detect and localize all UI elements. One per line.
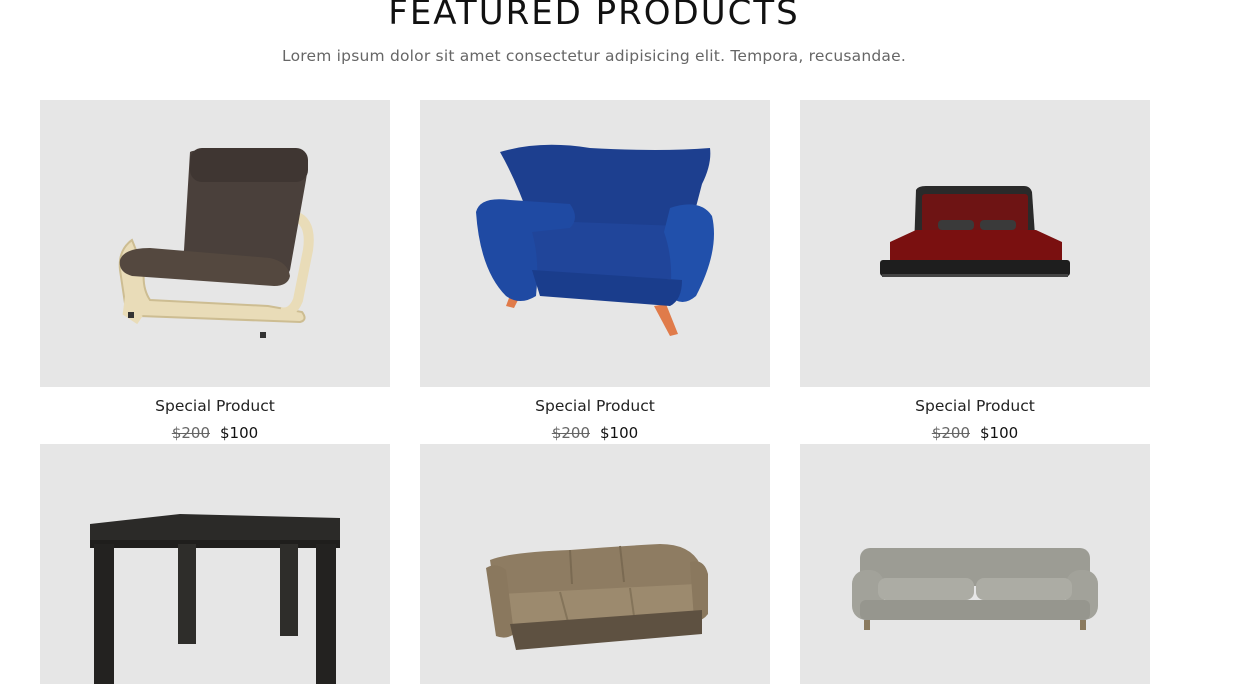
- product-card[interactable]: Special Product $200 $100: [420, 100, 770, 444]
- grey-sofa-image: [852, 548, 1098, 630]
- product-card[interactable]: [420, 444, 770, 684]
- product-grid: Special Product $200 $100 Special Produc…: [40, 100, 1150, 684]
- product-card[interactable]: Special Product $200 $100: [800, 100, 1150, 444]
- product-image[interactable]: [40, 100, 390, 387]
- product-image[interactable]: [800, 444, 1150, 684]
- old-price: $200: [171, 424, 210, 442]
- brown-sofa-image: [486, 544, 708, 650]
- product-name[interactable]: Special Product: [420, 396, 770, 416]
- product-image[interactable]: [40, 444, 390, 684]
- price: $100: [980, 424, 1019, 442]
- bed-image: [880, 186, 1070, 277]
- product-card[interactable]: Special Product $200 $100: [40, 100, 390, 444]
- product-name[interactable]: Special Product: [800, 396, 1150, 416]
- product-prices: $200 $100: [420, 422, 770, 444]
- old-price: $200: [551, 424, 590, 442]
- price: $100: [220, 424, 259, 442]
- black-table-image: [90, 514, 340, 684]
- product-image[interactable]: [420, 100, 770, 387]
- product-prices: $200 $100: [40, 422, 390, 444]
- armchair-image: [118, 148, 314, 338]
- product-card[interactable]: [40, 444, 390, 684]
- old-price: $200: [931, 424, 970, 442]
- product-prices: $200 $100: [800, 422, 1150, 444]
- product-name[interactable]: Special Product: [40, 396, 390, 416]
- blue-armchair-image: [476, 144, 714, 336]
- product-card[interactable]: [800, 444, 1150, 684]
- section-title: FEATURED PRODUCTS: [388, 0, 800, 33]
- product-image[interactable]: [800, 100, 1150, 387]
- price: $100: [600, 424, 639, 442]
- section-subtitle: Lorem ipsum dolor sit amet consectetur a…: [282, 47, 906, 65]
- product-image[interactable]: [420, 444, 770, 684]
